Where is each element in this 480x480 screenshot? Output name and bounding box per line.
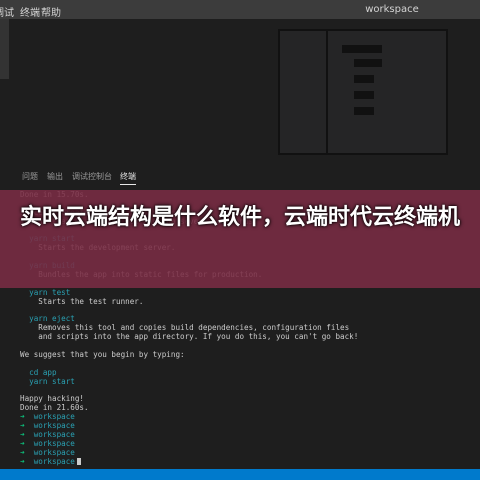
prompt-arrow-icon: ➜: [20, 438, 34, 448]
terminal-prompt-line: ➜ workspace: [20, 438, 460, 449]
status-bar: [0, 469, 480, 480]
terminal-line: We suggest that you begin by typing:: [20, 350, 185, 360]
minimap-line: [354, 107, 374, 115]
banner-title: 实时云端结构是什么软件，云端时代云终端机: [20, 205, 461, 230]
window-title: workspace: [365, 4, 419, 15]
prompt-directory: workspace: [33, 412, 75, 422]
terminal-line: yarn start: [20, 376, 75, 386]
terminal-line: Done in 21.60s.: [20, 403, 89, 413]
tab-problems[interactable]: 问题: [22, 171, 38, 182]
prompt-arrow-icon: ➜: [20, 412, 34, 422]
terminal-line: cd app: [20, 367, 57, 377]
terminal-prompt-line: ➜ workspace: [20, 412, 460, 422]
minimap-line: [354, 59, 382, 67]
terminal-prompt-line: ➜ workspace: [20, 447, 460, 458]
prompt-directory: workspace: [33, 447, 75, 457]
terminal-line: Starts the test runner.: [20, 296, 144, 306]
tab-terminal[interactable]: 终端: [120, 171, 136, 185]
menu-help[interactable]: 帮助: [41, 4, 61, 19]
prompt-directory: workspace: [33, 421, 75, 431]
prompt-directory: workspace: [33, 438, 75, 448]
terminal-prompt-line: ➜ workspace: [20, 421, 460, 431]
prompt-arrow-icon: ➜: [20, 456, 34, 466]
menu-debug[interactable]: 调试: [0, 4, 14, 19]
menu-bar: 调试 终端 帮助 workspace: [0, 0, 480, 19]
activity-bar: [0, 19, 9, 79]
minimap-divider: [326, 31, 328, 153]
terminal-line: and scripts into the app directory. If y…: [20, 332, 359, 342]
minimap-line: [342, 45, 382, 53]
prompt-directory: workspace: [33, 430, 75, 440]
menu-terminal[interactable]: 终端: [20, 4, 40, 19]
tab-output[interactable]: 输出: [47, 171, 63, 182]
tab-debug-console[interactable]: 调试控制台: [72, 171, 112, 182]
panel-tabs: 问题 输出 调试控制台 终端: [9, 163, 480, 185]
prompt-directory: workspace: [33, 456, 75, 466]
minimap-line: [354, 75, 374, 83]
terminal-prompt-line: ➜ workspace: [20, 456, 460, 467]
prompt-arrow-icon: ➜: [20, 447, 34, 457]
editor-minimap: [278, 29, 448, 155]
minimap-line: [354, 91, 374, 99]
prompt-arrow-icon: ➜: [20, 421, 34, 431]
prompt-arrow-icon: ➜: [20, 430, 34, 440]
terminal-cursor: [76, 458, 81, 466]
terminal-prompt-line: ➜ workspace: [20, 430, 460, 440]
